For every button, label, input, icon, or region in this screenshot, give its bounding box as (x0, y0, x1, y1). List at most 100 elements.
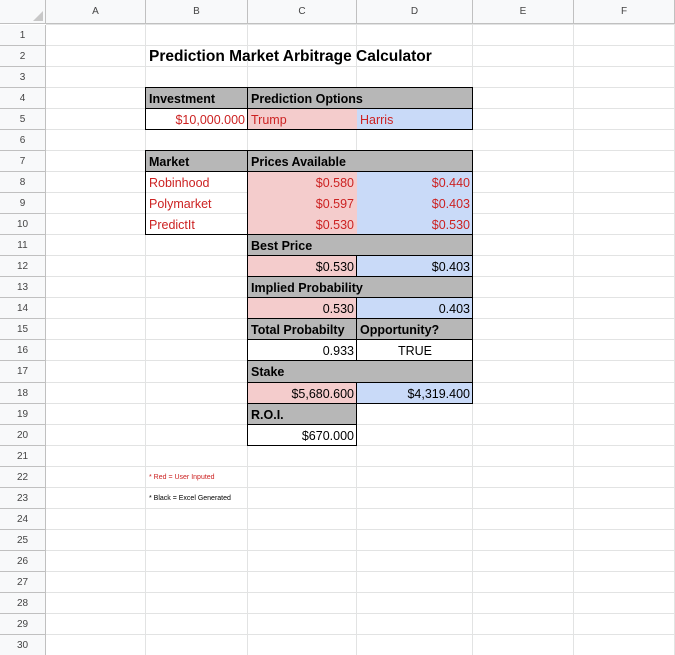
row-header-12[interactable]: 12 (0, 256, 46, 277)
market-name-cell[interactable]: PredictIt (146, 214, 248, 235)
column-header-d[interactable]: D (357, 0, 473, 24)
stake-label-cell[interactable]: Stake (248, 361, 473, 383)
row-header-18[interactable]: 18 (0, 383, 46, 404)
row-header-20[interactable]: 20 (0, 425, 46, 446)
cell-border (145, 150, 473, 151)
market-name-cell[interactable]: Robinhood (146, 172, 248, 193)
cell-border (247, 297, 473, 298)
cell-border (145, 129, 473, 130)
row-header-27[interactable]: 27 (0, 572, 46, 593)
column-header-b[interactable]: B (146, 0, 248, 24)
row-header-10[interactable]: 10 (0, 214, 46, 235)
row-header-8[interactable]: 8 (0, 172, 46, 193)
gridline-horizontal (46, 613, 675, 614)
cell-border (356, 255, 357, 277)
price-harris-cell[interactable]: $0.403 (357, 193, 473, 214)
row-header-4[interactable]: 4 (0, 88, 46, 109)
row-header-24[interactable]: 24 (0, 509, 46, 530)
cell-border (247, 445, 357, 446)
cell-border (247, 339, 473, 340)
price-trump-cell[interactable]: $0.580 (248, 172, 357, 193)
gridline-horizontal (46, 24, 675, 25)
investment-label-cell[interactable]: Investment (146, 88, 248, 109)
row-header-23[interactable]: 23 (0, 488, 46, 509)
stake-trump-cell[interactable]: $5,680.600 (248, 383, 357, 404)
implied-probability-label-cell[interactable]: Implied Probability (248, 277, 473, 298)
cell-border (472, 234, 473, 404)
cell-border (145, 108, 473, 109)
column-header-e[interactable]: E (473, 0, 574, 24)
total-probability-label-cell[interactable]: Total Probabilty (248, 319, 357, 340)
opportunity-label-cell[interactable]: Opportunity? (357, 319, 473, 340)
row-header-26[interactable]: 26 (0, 551, 46, 572)
spreadsheet: A B C D E F 1 2 3 4 5 6 7 8 9 10 11 12 13 14 15 16 17 18 19 20 21 2… (0, 0, 675, 655)
note-red-user-inputed[interactable]: * Red = User Inputed (146, 467, 248, 488)
cell-border (247, 150, 248, 235)
cell-border (247, 234, 473, 235)
row-header-25[interactable]: 25 (0, 530, 46, 551)
prices-available-label-cell[interactable]: Prices Available (248, 151, 473, 172)
row-header-2[interactable]: 2 (0, 46, 46, 67)
row-header-5[interactable]: 5 (0, 109, 46, 130)
cell-border (145, 150, 146, 235)
row-header-11[interactable]: 11 (0, 235, 46, 256)
row-header-1[interactable]: 1 (0, 25, 46, 46)
stake-harris-cell[interactable]: $4,319.400 (357, 383, 473, 404)
market-name-cell[interactable]: Polymarket (146, 193, 248, 214)
best-price-harris-cell[interactable]: $0.403 (357, 256, 473, 277)
price-harris-cell[interactable]: $0.440 (357, 172, 473, 193)
select-all-corner[interactable] (0, 0, 46, 24)
roi-value-cell[interactable]: $670.000 (248, 425, 357, 446)
implied-probability-trump-cell[interactable]: 0.530 (248, 298, 357, 319)
gridline-horizontal (46, 487, 675, 488)
market-label-cell[interactable]: Market (146, 151, 248, 172)
column-header-a[interactable]: A (46, 0, 146, 24)
price-trump-cell[interactable]: $0.530 (248, 214, 357, 235)
gridline-horizontal (46, 508, 675, 509)
prediction-options-label-cell[interactable]: Prediction Options (248, 88, 473, 109)
opportunity-value-cell[interactable]: TRUE (357, 340, 473, 361)
row-header-17[interactable]: 17 (0, 361, 46, 383)
sheet-title-cell[interactable]: Prediction Market Arbitrage Calculator (146, 46, 473, 67)
price-harris-cell[interactable]: $0.530 (357, 214, 473, 235)
option-trump-cell[interactable]: Trump (248, 109, 357, 130)
total-probability-value-cell[interactable]: 0.933 (248, 340, 357, 361)
cell-border (472, 150, 473, 235)
row-header-29[interactable]: 29 (0, 614, 46, 635)
cell-border (247, 403, 357, 404)
option-harris-cell[interactable]: Harris (357, 109, 473, 130)
price-trump-cell[interactable]: $0.597 (248, 193, 357, 214)
best-price-trump-cell[interactable]: $0.530 (248, 256, 357, 277)
cell-border (247, 276, 473, 277)
note-black-excel-generated[interactable]: * Black = Excel Generated (146, 488, 248, 509)
gridline-horizontal (46, 571, 675, 572)
cell-border (247, 255, 473, 256)
row-header-16[interactable]: 16 (0, 340, 46, 361)
row-header-28[interactable]: 28 (0, 593, 46, 614)
investment-value-cell[interactable]: $10,000.000 (146, 109, 248, 130)
row-header-3[interactable]: 3 (0, 67, 46, 88)
cell-border (356, 382, 357, 404)
row-header-6[interactable]: 6 (0, 130, 46, 151)
column-header-f[interactable]: F (574, 0, 675, 24)
column-header-c[interactable]: C (248, 0, 357, 24)
select-all-icon (33, 11, 43, 21)
row-header-22[interactable]: 22 (0, 467, 46, 488)
gridline-horizontal (46, 550, 675, 551)
best-price-label-cell[interactable]: Best Price (248, 235, 473, 256)
row-header-15[interactable]: 15 (0, 319, 46, 340)
cell-border (247, 382, 473, 383)
row-header-13[interactable]: 13 (0, 277, 46, 298)
cell-border (247, 318, 473, 319)
row-header-14[interactable]: 14 (0, 298, 46, 319)
cell-border (356, 297, 357, 361)
roi-label-cell[interactable]: R.O.I. (248, 404, 357, 425)
row-header-21[interactable]: 21 (0, 446, 46, 467)
gridline-horizontal (46, 424, 675, 425)
row-header-9[interactable]: 9 (0, 193, 46, 214)
row-header-30[interactable]: 30 (0, 635, 46, 655)
implied-probability-harris-cell[interactable]: 0.403 (357, 298, 473, 319)
gridline-horizontal (46, 529, 675, 530)
row-header-7[interactable]: 7 (0, 151, 46, 172)
row-header-19[interactable]: 19 (0, 404, 46, 425)
